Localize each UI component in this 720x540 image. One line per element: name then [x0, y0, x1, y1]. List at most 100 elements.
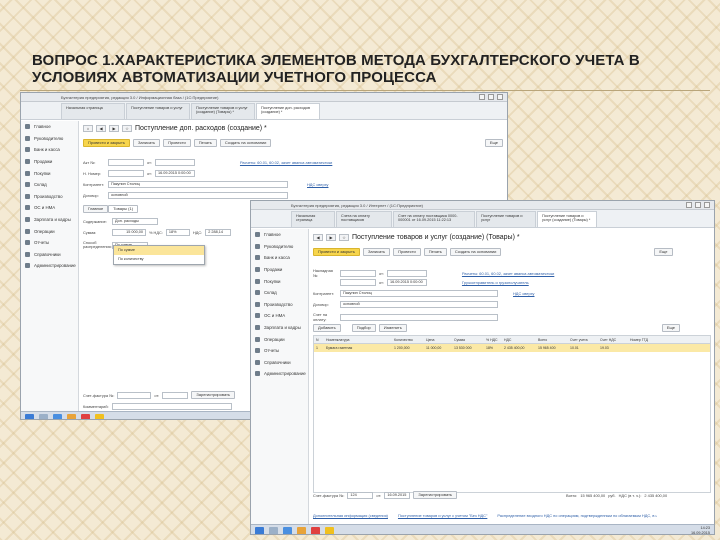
tab-receipt-goods[interactable]: Поступление товаров и услуг (создание) (… [191, 103, 255, 119]
sidebar-item-sales[interactable]: Продажи [21, 156, 78, 168]
accounts-link[interactable]: Расчеты: 60.01, 60.02, зачет аванса авто… [240, 160, 332, 165]
footer-link-no-vat[interactable]: Поступление товаров и услуг с учетом "Бе… [398, 513, 487, 518]
footer-invoice-field[interactable]: 124 [347, 491, 374, 499]
window-controls[interactable] [686, 202, 710, 208]
back-button[interactable]: ◀ [313, 234, 323, 241]
post-button[interactable]: Провести [163, 139, 191, 147]
tab-invoices[interactable]: Счета на оплату поставщиков [336, 211, 392, 227]
grid-more-button[interactable]: Еще [661, 324, 680, 332]
tab-invoice-doc[interactable]: Счет на оплату поставщика 0000-000001 от… [393, 211, 475, 227]
date-field[interactable] [386, 269, 427, 277]
content-field[interactable]: Доп. расходы [112, 218, 158, 225]
post-button[interactable]: Провести [393, 248, 421, 256]
close-icon[interactable] [497, 94, 503, 100]
select-button[interactable]: Подбор [351, 324, 376, 332]
sidebar-item-warehouse[interactable]: Склад [21, 179, 78, 191]
distribution-dropdown[interactable]: По сумме По количеству [113, 245, 205, 265]
vat-field[interactable]: 2 288,14 [205, 229, 232, 236]
contract-field[interactable]: основной [108, 192, 288, 199]
create-based-button[interactable]: Создать на основании [449, 248, 502, 256]
inner-tab-goods[interactable]: Товары (1) [108, 205, 139, 213]
back-button[interactable]: ◀ [96, 125, 106, 132]
sidebar-item-manager[interactable]: Руководителю [21, 133, 78, 145]
doc-number-field[interactable] [108, 159, 144, 166]
close-icon[interactable] [704, 202, 710, 208]
post-and-close-button[interactable]: Провести и закрыть [313, 248, 360, 256]
tab-receipt-create[interactable]: Поступление товаров и услуг (создание) (… [537, 211, 597, 227]
chrome-icon[interactable] [311, 526, 320, 534]
sidebar-item-salary[interactable]: Зарплата и кадры [21, 214, 78, 226]
footer-invoice-date[interactable]: 16.09.2015 [384, 491, 411, 499]
invoice-field[interactable] [108, 170, 144, 177]
contractor-field[interactable]: Пакунин Столиц [108, 181, 288, 188]
folder-icon[interactable] [297, 526, 306, 534]
explorer-icon[interactable] [39, 413, 48, 419]
vat-link[interactable]: НДС сверху [307, 182, 328, 187]
invoice-number-field[interactable] [340, 279, 376, 286]
vat-rate-field[interactable]: 18% [165, 229, 190, 236]
home-button[interactable]: ⌂ [83, 125, 93, 132]
tab-home[interactable]: Начальная страница [291, 211, 335, 227]
sidebar-item-main[interactable]: Главное [21, 121, 78, 133]
titlebar[interactable]: Бухгалтерия предприятия, редакция 3.0 / … [21, 93, 507, 102]
date-field[interactable] [154, 159, 195, 166]
table-row[interactable]: 1 Бумага газетная 1 200,000 11 000,00 13… [314, 344, 710, 352]
tab-additional-costs[interactable]: Поступление доп. расходов (создание) * [256, 103, 320, 119]
explorer-icon[interactable] [269, 526, 278, 534]
add-row-button[interactable]: Добавить [313, 324, 341, 332]
clock[interactable]: 14:23 16.09.2015 [691, 526, 710, 534]
sidebar-item-production[interactable]: Производство [21, 191, 78, 203]
save-button[interactable]: Записать [362, 248, 391, 256]
post-and-close-button[interactable]: Провести и закрыть [83, 139, 130, 147]
sidebar-item-bank[interactable]: Банк и касса [251, 252, 308, 264]
sidebar-item-reports[interactable]: Отчеты [21, 237, 78, 249]
date-field-2[interactable]: 16.09.2015 0:00:00 [386, 279, 427, 286]
sidebar-item-directories[interactable]: Справочники [21, 249, 78, 261]
more-button[interactable]: Еще [484, 139, 503, 147]
sidebar-item-main[interactable]: Главное [251, 229, 308, 241]
tab-home[interactable]: Начальная страница [61, 103, 125, 119]
print-button[interactable]: Печать [423, 248, 447, 256]
folder-icon[interactable] [67, 413, 76, 419]
footer-invoice-field[interactable] [117, 391, 152, 399]
ie-icon[interactable] [283, 526, 292, 534]
sidebar-item-salary[interactable]: Зарплата и кадры [251, 322, 308, 334]
sidebar-item-sales[interactable]: Продажи [251, 264, 308, 276]
tab-receipts[interactable]: Поступление товаров и услуг [476, 211, 536, 227]
window-goods-receipt[interactable]: Бухгалтерия предприятия, редакция 3.0 / … [250, 200, 715, 535]
minimize-icon[interactable] [479, 94, 485, 100]
chrome-icon[interactable] [81, 413, 90, 419]
sidebar-item-purchases[interactable]: Покупки [21, 167, 78, 179]
window-controls[interactable] [479, 94, 503, 100]
print-button[interactable]: Печать [193, 139, 217, 147]
sidebar-item-assets[interactable]: ОС и НМА [251, 310, 308, 322]
contract-field[interactable]: основной [340, 301, 498, 308]
vat-link[interactable]: НДС сверху [513, 291, 534, 296]
sidebar-item-assets[interactable]: ОС и НМА [21, 202, 78, 214]
footer-link-info[interactable]: Дополнительная информация (сведения) [313, 513, 388, 518]
maximize-icon[interactable] [488, 94, 494, 100]
comment-field[interactable] [111, 403, 232, 410]
change-button[interactable]: Изменить [378, 324, 407, 332]
maximize-icon[interactable] [695, 202, 701, 208]
forward-button[interactable]: ▶ [109, 125, 119, 132]
sum-field[interactable]: 15 000,00 [112, 229, 146, 236]
register-button[interactable]: Зарегистрировать [413, 491, 458, 499]
more-button[interactable]: Еще [654, 248, 673, 256]
onec-icon[interactable] [95, 413, 104, 419]
sidebar-item-purchases[interactable]: Покупки [251, 275, 308, 287]
shipper-link[interactable]: Грузоотправитель и грузополучатель [462, 280, 529, 285]
favorite-button[interactable]: ☆ [339, 234, 349, 241]
sidebar-item-manager[interactable]: Руководителю [251, 241, 308, 253]
contractor-field[interactable]: Пакунин Столиц [340, 290, 498, 297]
start-icon[interactable] [25, 413, 34, 419]
doc-number-field[interactable] [340, 269, 376, 277]
sidebar-item-directories[interactable]: Справочники [251, 357, 308, 369]
footer-invoice-date[interactable] [162, 391, 189, 399]
sidebar-item-reports[interactable]: Отчеты [251, 345, 308, 357]
sidebar-item-production[interactable]: Производство [251, 299, 308, 311]
footer-link-vat-distribution[interactable]: Распределение входного НДС по операциям,… [497, 513, 657, 518]
inner-tab-main[interactable]: Главное [83, 205, 109, 213]
sidebar-item-bank[interactable]: Банк и касса [21, 144, 78, 156]
onec-icon[interactable] [325, 526, 334, 534]
